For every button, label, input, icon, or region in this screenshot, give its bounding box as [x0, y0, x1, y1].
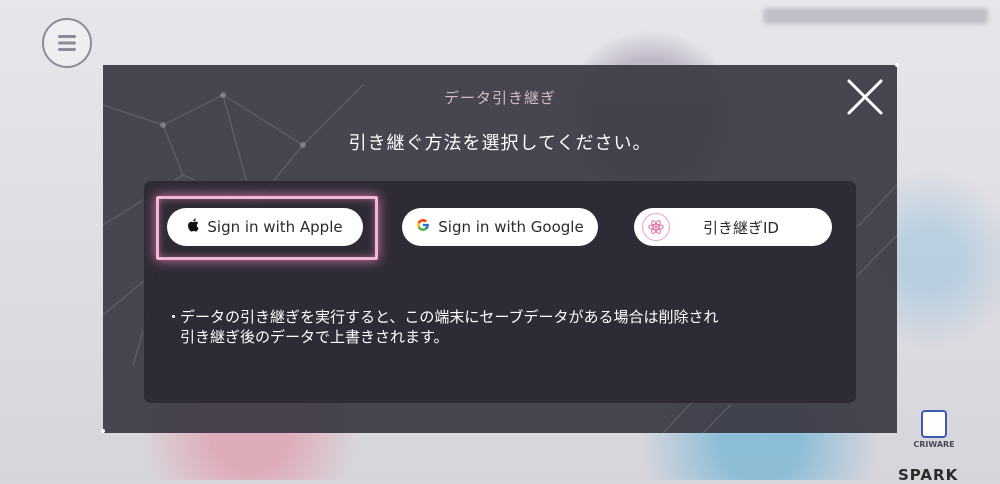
- transfer-id-icon: [642, 213, 670, 241]
- transfer-id-button[interactable]: 引き継ぎID: [634, 208, 832, 246]
- google-logo-icon: [416, 218, 430, 236]
- criware-label: CRIWARE: [913, 440, 955, 449]
- apple-logo-icon: [187, 218, 200, 236]
- modal-title: データ引き継ぎ: [443, 89, 556, 107]
- data-transfer-modal: データ引き継ぎ 引き継ぐ方法を選択してください。 Sign in with Ap…: [101, 63, 899, 433]
- criware-logo: CRIWARE: [912, 410, 956, 449]
- transfer-options-panel: Sign in with Apple Sign in with Google 引…: [143, 180, 857, 404]
- spark-logo: SPARK: [898, 466, 959, 484]
- close-icon: [847, 79, 883, 115]
- version-info-blurred: [763, 8, 988, 24]
- corner-dot: [895, 63, 899, 67]
- transfer-notice: ・データの引き継ぎを実行すると、この端末にセーブデータがある場合は削除され 引き…: [166, 307, 836, 347]
- sign-in-google-label: Sign in with Google: [438, 218, 584, 236]
- sign-in-apple-label: Sign in with Apple: [207, 218, 343, 236]
- notice-line-1: データの引き継ぎを実行すると、この端末にセーブデータがある場合は削除され: [180, 308, 719, 326]
- menu-button[interactable]: [42, 18, 92, 68]
- hamburger-menu-icon: [56, 32, 78, 54]
- close-button[interactable]: [843, 75, 887, 119]
- modal-subtitle: 引き継ぐ方法を選択してください。: [348, 133, 652, 154]
- criware-emblem-icon: [921, 410, 947, 438]
- sign-in-apple-button[interactable]: Sign in with Apple: [167, 208, 363, 246]
- notice-bullet: ・: [166, 308, 182, 326]
- sign-in-google-button[interactable]: Sign in with Google: [402, 208, 598, 246]
- notice-line-2: 引き継ぎ後のデータで上書きされます。: [180, 328, 449, 346]
- transfer-id-label: 引き継ぎID: [703, 218, 779, 237]
- corner-dot: [101, 429, 105, 433]
